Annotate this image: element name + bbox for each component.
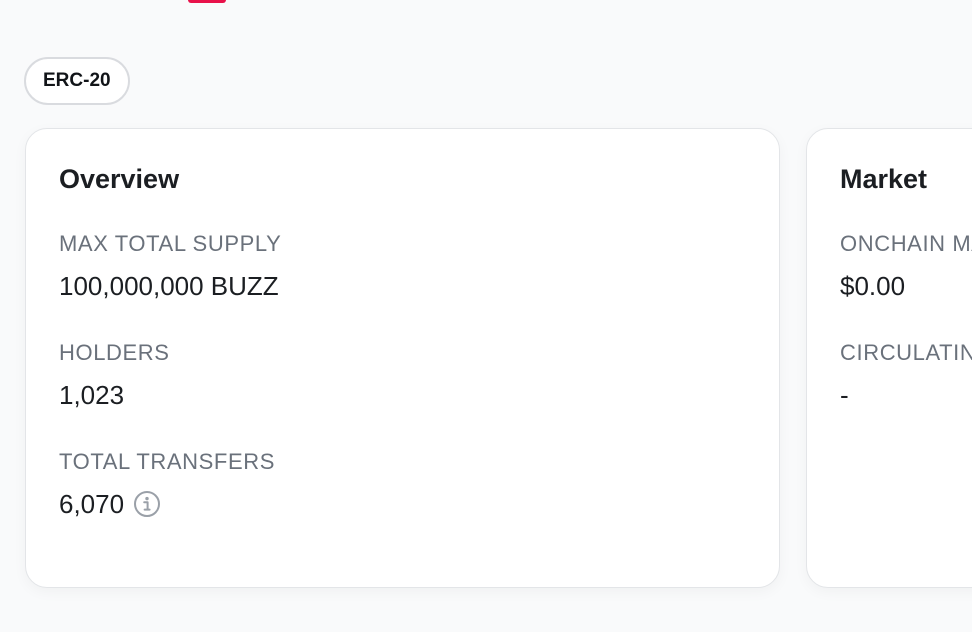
header-accent-bar	[188, 0, 226, 3]
token-standard-badge[interactable]: ERC-20	[24, 57, 130, 105]
total-transfers-label: TOTAL TRANSFERS	[59, 449, 276, 474]
circulating-supply-field: CIRCULATING SUPPLY MARKET CAP -	[840, 340, 972, 411]
holders-label: HOLDERS	[59, 340, 170, 365]
circulating-supply-label: CIRCULATING SUPPLY MARKET CAP	[840, 340, 972, 365]
token-standard-label: ERC-20	[43, 70, 111, 91]
onchain-market-cap-amount: $0.00	[840, 271, 906, 301]
onchain-market-cap-value: $0.00	[840, 270, 972, 302]
holders-value: 1,023	[59, 379, 746, 411]
holders-count: 1,023	[59, 380, 125, 410]
market-card: Market ONCHAIN MARKET CAP $0.00 CIRCULAT…	[806, 128, 972, 588]
onchain-market-cap-label: ONCHAIN MARKET CAP	[840, 231, 972, 256]
max-total-supply-value: 100,000,000 BUZZ	[59, 270, 746, 302]
total-transfers-field: TOTAL TRANSFERS 6,070	[59, 449, 746, 520]
holders-field: HOLDERS 1,023	[59, 340, 746, 411]
overview-title: Overview	[59, 164, 180, 194]
token-page: ERC-20 Overview MAX TOTAL SUPPLY 100,000…	[0, 0, 972, 632]
max-total-supply-amount: 100,000,000 BUZZ	[59, 271, 279, 301]
max-total-supply-field: MAX TOTAL SUPPLY 100,000,000 BUZZ	[59, 231, 746, 302]
total-transfers-count: 6,070	[59, 489, 125, 519]
max-total-supply-label: MAX TOTAL SUPPLY	[59, 231, 282, 256]
overview-card: Overview MAX TOTAL SUPPLY 100,000,000 BU…	[25, 128, 780, 588]
market-title: Market	[840, 164, 928, 194]
total-transfers-value: 6,070	[59, 488, 746, 520]
info-icon[interactable]	[133, 490, 161, 518]
circulating-supply-amount: -	[840, 380, 849, 410]
circulating-supply-value: -	[840, 379, 972, 411]
onchain-market-cap-field: ONCHAIN MARKET CAP $0.00	[840, 231, 972, 302]
